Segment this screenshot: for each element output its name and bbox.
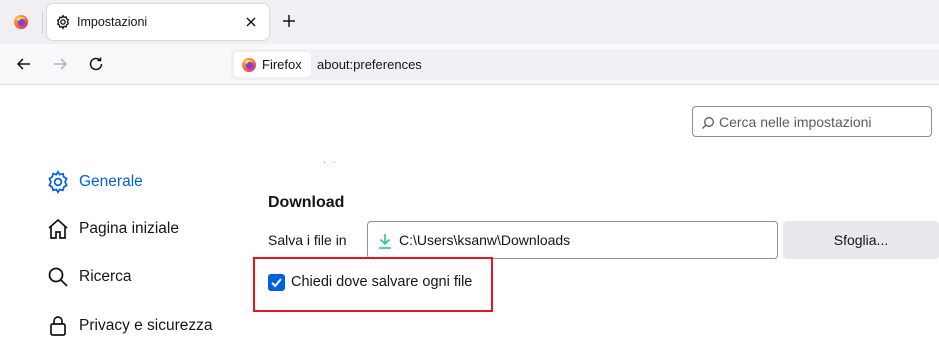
sidebar-item-general[interactable]: Generale xyxy=(46,167,143,197)
reload-icon[interactable] xyxy=(87,55,105,73)
home-icon xyxy=(46,217,70,241)
scroll-remnant: ·· xyxy=(323,157,342,168)
identity-label: Firefox xyxy=(262,57,302,72)
firefox-logo-icon xyxy=(242,57,256,72)
sidebar-item-label: Generale xyxy=(79,173,143,190)
settings-search-input[interactable]: Cerca nelle impostazioni xyxy=(692,106,932,137)
search-icon xyxy=(46,265,70,289)
download-section-title: Download xyxy=(268,194,345,211)
new-tab-icon[interactable] xyxy=(280,12,298,30)
download-path-field[interactable]: C:\Users\ksanw\Downloads xyxy=(367,221,778,259)
identity-box[interactable]: Firefox xyxy=(234,52,311,77)
tab-settings[interactable]: Impostazioni xyxy=(47,4,269,40)
search-placeholder: Cerca nelle impostazioni xyxy=(719,114,872,130)
forward-icon[interactable] xyxy=(51,55,69,73)
sidebar-item-privacy[interactable]: Privacy e sicurezza xyxy=(46,311,213,341)
ask-save-location-label[interactable]: Chiedi dove salvare ogni file xyxy=(291,274,472,290)
tab-title: Impostazioni xyxy=(77,15,148,29)
navigation-bar: Firefox about:preferences xyxy=(0,44,939,85)
sidebar-item-label: Pagina iniziale xyxy=(79,220,179,237)
lock-icon xyxy=(46,314,70,338)
sidebar-item-home[interactable]: Pagina iniziale xyxy=(46,214,179,244)
sidebar-item-search[interactable]: Ricerca xyxy=(46,262,132,292)
tab-strip: Impostazioni xyxy=(0,0,939,44)
search-icon xyxy=(702,117,714,129)
tab-separator xyxy=(42,10,43,34)
url-bar[interactable]: Firefox about:preferences xyxy=(231,49,939,80)
browse-button[interactable]: Sfoglia... xyxy=(783,221,939,259)
gear-icon xyxy=(46,170,70,194)
ask-save-location-checkbox[interactable] xyxy=(268,274,285,291)
gear-icon xyxy=(56,14,70,30)
save-files-label: Salva i file in xyxy=(268,232,347,248)
sidebar-item-label: Privacy e sicurezza xyxy=(79,317,213,334)
back-icon[interactable] xyxy=(15,55,33,73)
close-icon[interactable] xyxy=(243,14,259,30)
firefox-logo-icon xyxy=(14,15,28,29)
url-text[interactable]: about:preferences xyxy=(317,57,422,72)
download-icon xyxy=(379,234,391,249)
checkmark-icon xyxy=(271,278,282,288)
download-path-text: C:\Users\ksanw\Downloads xyxy=(399,232,571,248)
firefox-view-button[interactable] xyxy=(6,6,36,38)
sidebar-item-label: Ricerca xyxy=(79,268,132,285)
